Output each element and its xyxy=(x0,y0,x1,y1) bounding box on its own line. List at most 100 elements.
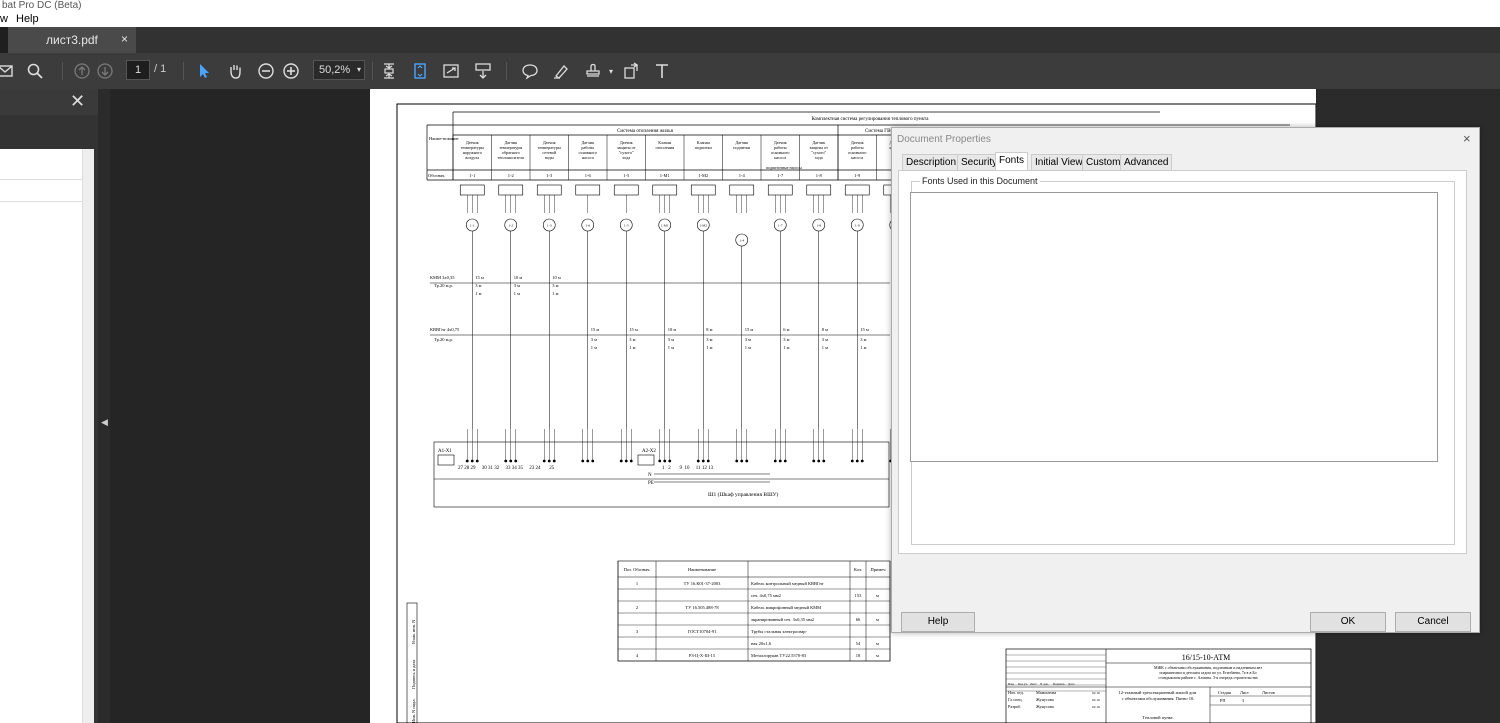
terminal-dot xyxy=(860,459,864,463)
cable-length: 15 м xyxy=(591,327,600,332)
dialog-close-icon[interactable]: × xyxy=(1463,131,1471,146)
terminal-dot xyxy=(514,459,518,463)
previous-page-icon[interactable] xyxy=(71,60,93,82)
pipe-length: 1 м xyxy=(552,291,558,296)
pipe-length: 3 м xyxy=(706,337,712,342)
ok-button[interactable]: OK xyxy=(1310,612,1386,632)
cable-length: 8 м xyxy=(822,327,828,332)
column-name: Датчик температуры наружного воздуха xyxy=(461,140,484,160)
hand-tool-icon[interactable] xyxy=(224,60,246,82)
text-tool-icon[interactable] xyxy=(651,60,673,82)
comment-icon[interactable] xyxy=(519,60,541,82)
panel-collapse-handle[interactable]: ◀ xyxy=(98,89,110,723)
terminal-dot xyxy=(696,459,700,463)
pipe-length: 1 м xyxy=(706,345,712,350)
tab-bar: лист3.pdf × xyxy=(0,27,1500,53)
fit-page-icon[interactable] xyxy=(378,60,400,82)
menu-item-window[interactable]: w xyxy=(0,11,8,27)
stamp-col-header: Изм. xyxy=(1008,682,1015,686)
side-panel-list[interactable] xyxy=(0,149,94,723)
pipe-length: 1 м xyxy=(860,345,866,350)
terminal-dot xyxy=(547,459,551,463)
pipe-length: 1 м xyxy=(475,291,481,296)
terminal-dot xyxy=(778,459,782,463)
read-mode-icon[interactable] xyxy=(472,60,494,82)
spec-code: ГОСТ10704-91 xyxy=(688,629,717,634)
sensor-symbol xyxy=(806,184,832,196)
terminal-dot xyxy=(822,459,826,463)
column-tag: 1-7 xyxy=(777,173,784,178)
app-title: bat Pro DC (Beta) xyxy=(0,0,1500,11)
toolbar: 1 / 1 50,2% ▾ ▾ xyxy=(0,53,1500,89)
column-name: Датчик подпитки xyxy=(733,140,751,150)
title-block: 16/15-10-АТМ МЖК с объектами обслуживания… xyxy=(1005,648,1312,723)
stamp-col-header: Лист xyxy=(1030,682,1037,686)
next-page-icon[interactable] xyxy=(94,60,116,82)
tab-initial-view[interactable]: Initial View xyxy=(1031,154,1087,170)
terminal-dot xyxy=(701,459,705,463)
highlight-pen-icon[interactable] xyxy=(550,60,572,82)
cancel-button[interactable]: Cancel xyxy=(1395,612,1471,632)
pipe-length: 3 м xyxy=(475,283,481,288)
zoom-in-icon[interactable] xyxy=(280,60,302,82)
spec-header: Наименование xyxy=(688,567,716,572)
full-screen-icon[interactable] xyxy=(440,60,462,82)
cable-length: 15 м xyxy=(860,327,869,332)
column-tag: 1-3 xyxy=(546,173,553,178)
chevron-down-icon[interactable]: ▾ xyxy=(600,60,622,82)
pipe-length: 1 м xyxy=(822,345,828,350)
cable-length: 6 м xyxy=(783,327,789,332)
terminal-dot xyxy=(735,459,739,463)
menu-item-help[interactable]: Help xyxy=(16,11,39,27)
stamp-col-header: Дата xyxy=(1068,682,1075,686)
tab-close-icon[interactable]: × xyxy=(121,32,128,46)
email-icon[interactable] xyxy=(0,60,16,82)
search-icon[interactable] xyxy=(24,60,46,82)
terminal-dot xyxy=(624,459,628,463)
tab-document[interactable]: лист3.pdf × xyxy=(8,27,136,53)
terminal-dot xyxy=(465,459,469,463)
stamp-stage-header: Лист xyxy=(1240,690,1249,695)
font-list[interactable] xyxy=(910,192,1438,462)
tab-custom[interactable]: Custom xyxy=(1082,154,1125,170)
scrolling-mode-icon[interactable] xyxy=(409,60,431,82)
select-cursor-icon[interactable] xyxy=(193,60,215,82)
device-tag: 1-2 xyxy=(508,224,513,228)
terminal-dot xyxy=(740,459,744,463)
sensor-symbol xyxy=(652,184,678,196)
pipe-length: 1 м xyxy=(745,345,751,350)
collapse-arrow-icon[interactable]: ◀ xyxy=(101,417,108,428)
help-button[interactable]: Help xyxy=(901,612,975,632)
menu-bar: w Help xyxy=(0,11,1500,27)
close-icon[interactable]: ✕ xyxy=(70,91,85,112)
dialog-title: Document Properties xyxy=(897,134,991,145)
spec-code: ТУ 16.505.488-78 xyxy=(685,605,719,610)
column-tag: 1-1 xyxy=(469,173,475,178)
tab-fonts[interactable]: Fonts xyxy=(995,152,1029,171)
side-label-1: Взам. инв. N xyxy=(411,619,416,644)
tab-description[interactable]: Description xyxy=(902,154,961,170)
stamp-col-header: N док. xyxy=(1040,682,1049,686)
page-number-input[interactable]: 1 xyxy=(126,60,150,80)
column-name: Датчик работы основного насоса xyxy=(771,140,789,160)
pipe-length: 1 м xyxy=(591,345,597,350)
zoom-level-select[interactable]: 50,2% ▾ xyxy=(313,60,365,80)
stamp-date: 02.16 xyxy=(1092,698,1100,702)
column-name: Датчик защиты от "сухого" хода xyxy=(617,140,636,160)
spec-qty: 66 xyxy=(856,617,861,622)
rotate-page-icon[interactable] xyxy=(620,60,642,82)
terminal1-numbers: 27 28 29 30 31 32 33 34 35 23 24 25 xyxy=(458,466,555,471)
pipe-length: 3 м xyxy=(860,337,866,342)
terminal-dot xyxy=(783,459,787,463)
spec-code: ТУ 16.К01-37-2003 xyxy=(684,581,721,586)
tab-advanced[interactable]: Advanced xyxy=(1120,154,1173,170)
side-panel-scrollbar[interactable] xyxy=(82,149,94,723)
header-heating: Система отопления жилья xyxy=(617,129,673,134)
column-headers: Датчик температуры наружного воздуха 1-1 Датч… xyxy=(452,135,903,180)
fonts-group-label: Fonts Used in this Document xyxy=(920,176,1040,186)
zoom-out-icon[interactable] xyxy=(255,60,277,82)
pipe1-label: Тр.20 м.р. xyxy=(434,283,453,288)
chevron-down-icon: ▾ xyxy=(356,65,361,74)
spec-qty: 54 xyxy=(856,641,861,646)
spec-desc: экранированный сеч. 3х0,35 мм2 xyxy=(751,617,814,623)
